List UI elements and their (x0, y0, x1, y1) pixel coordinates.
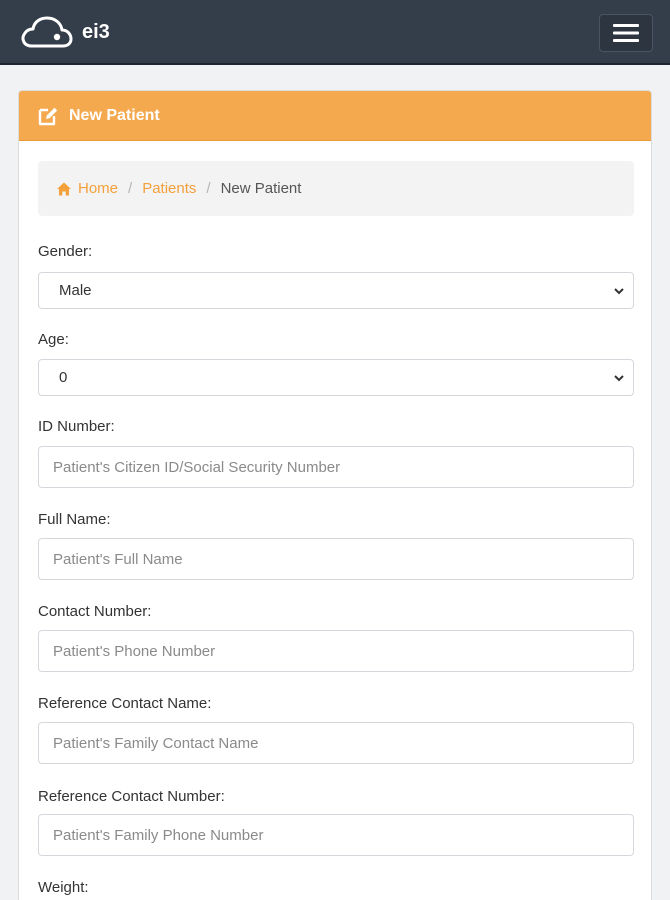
new-patient-card: New Patient Home / Patients / New Patien… (18, 90, 652, 900)
breadcrumb-patients-link[interactable]: Patients (142, 180, 196, 197)
ref-contact-number-input[interactable]: Patient's Family Phone Number (38, 814, 634, 856)
age-select-value: 0 (59, 369, 68, 386)
cloud-logo-icon (21, 16, 73, 48)
age-label: Age: (38, 331, 69, 348)
breadcrumb-current: New Patient (220, 180, 302, 197)
ref-contact-number-label: Reference Contact Number: (38, 788, 225, 805)
top-navbar: ei3 (0, 0, 670, 65)
ref-contact-name-input[interactable]: Patient's Family Contact Name (38, 722, 634, 764)
id-number-label: ID Number: (38, 418, 115, 435)
gender-select-value: Male (59, 282, 92, 299)
home-icon (57, 182, 71, 195)
contact-number-label: Contact Number: (38, 603, 152, 620)
weight-label: Weight: (38, 879, 89, 896)
id-number-input[interactable]: Patient's Citizen ID/Social Security Num… (38, 446, 634, 488)
brand-name: ei3 (82, 20, 110, 43)
brand[interactable]: ei3 (18, 12, 110, 52)
age-select[interactable]: 0 (38, 359, 634, 396)
contact-number-input[interactable]: Patient's Phone Number (38, 630, 634, 672)
breadcrumb: Home / Patients / New Patient (38, 161, 634, 216)
full-name-input[interactable]: Patient's Full Name (38, 538, 634, 580)
edit-icon (38, 107, 58, 125)
ref-contact-name-label: Reference Contact Name: (38, 695, 212, 712)
menu-toggle-button[interactable] (599, 14, 653, 52)
hamburger-menu-icon (613, 24, 639, 42)
breadcrumb-separator: / (206, 180, 211, 197)
gender-label: Gender: (38, 243, 93, 260)
chevron-down-icon (614, 375, 624, 382)
gender-select[interactable]: Male (38, 272, 634, 309)
chevron-down-icon (614, 288, 624, 295)
page-title: New Patient (69, 106, 160, 124)
breadcrumb-home-link[interactable]: Home (78, 180, 118, 197)
card-header: New Patient (19, 91, 651, 141)
full-name-label: Full Name: (38, 511, 111, 528)
breadcrumb-separator: / (128, 180, 133, 197)
